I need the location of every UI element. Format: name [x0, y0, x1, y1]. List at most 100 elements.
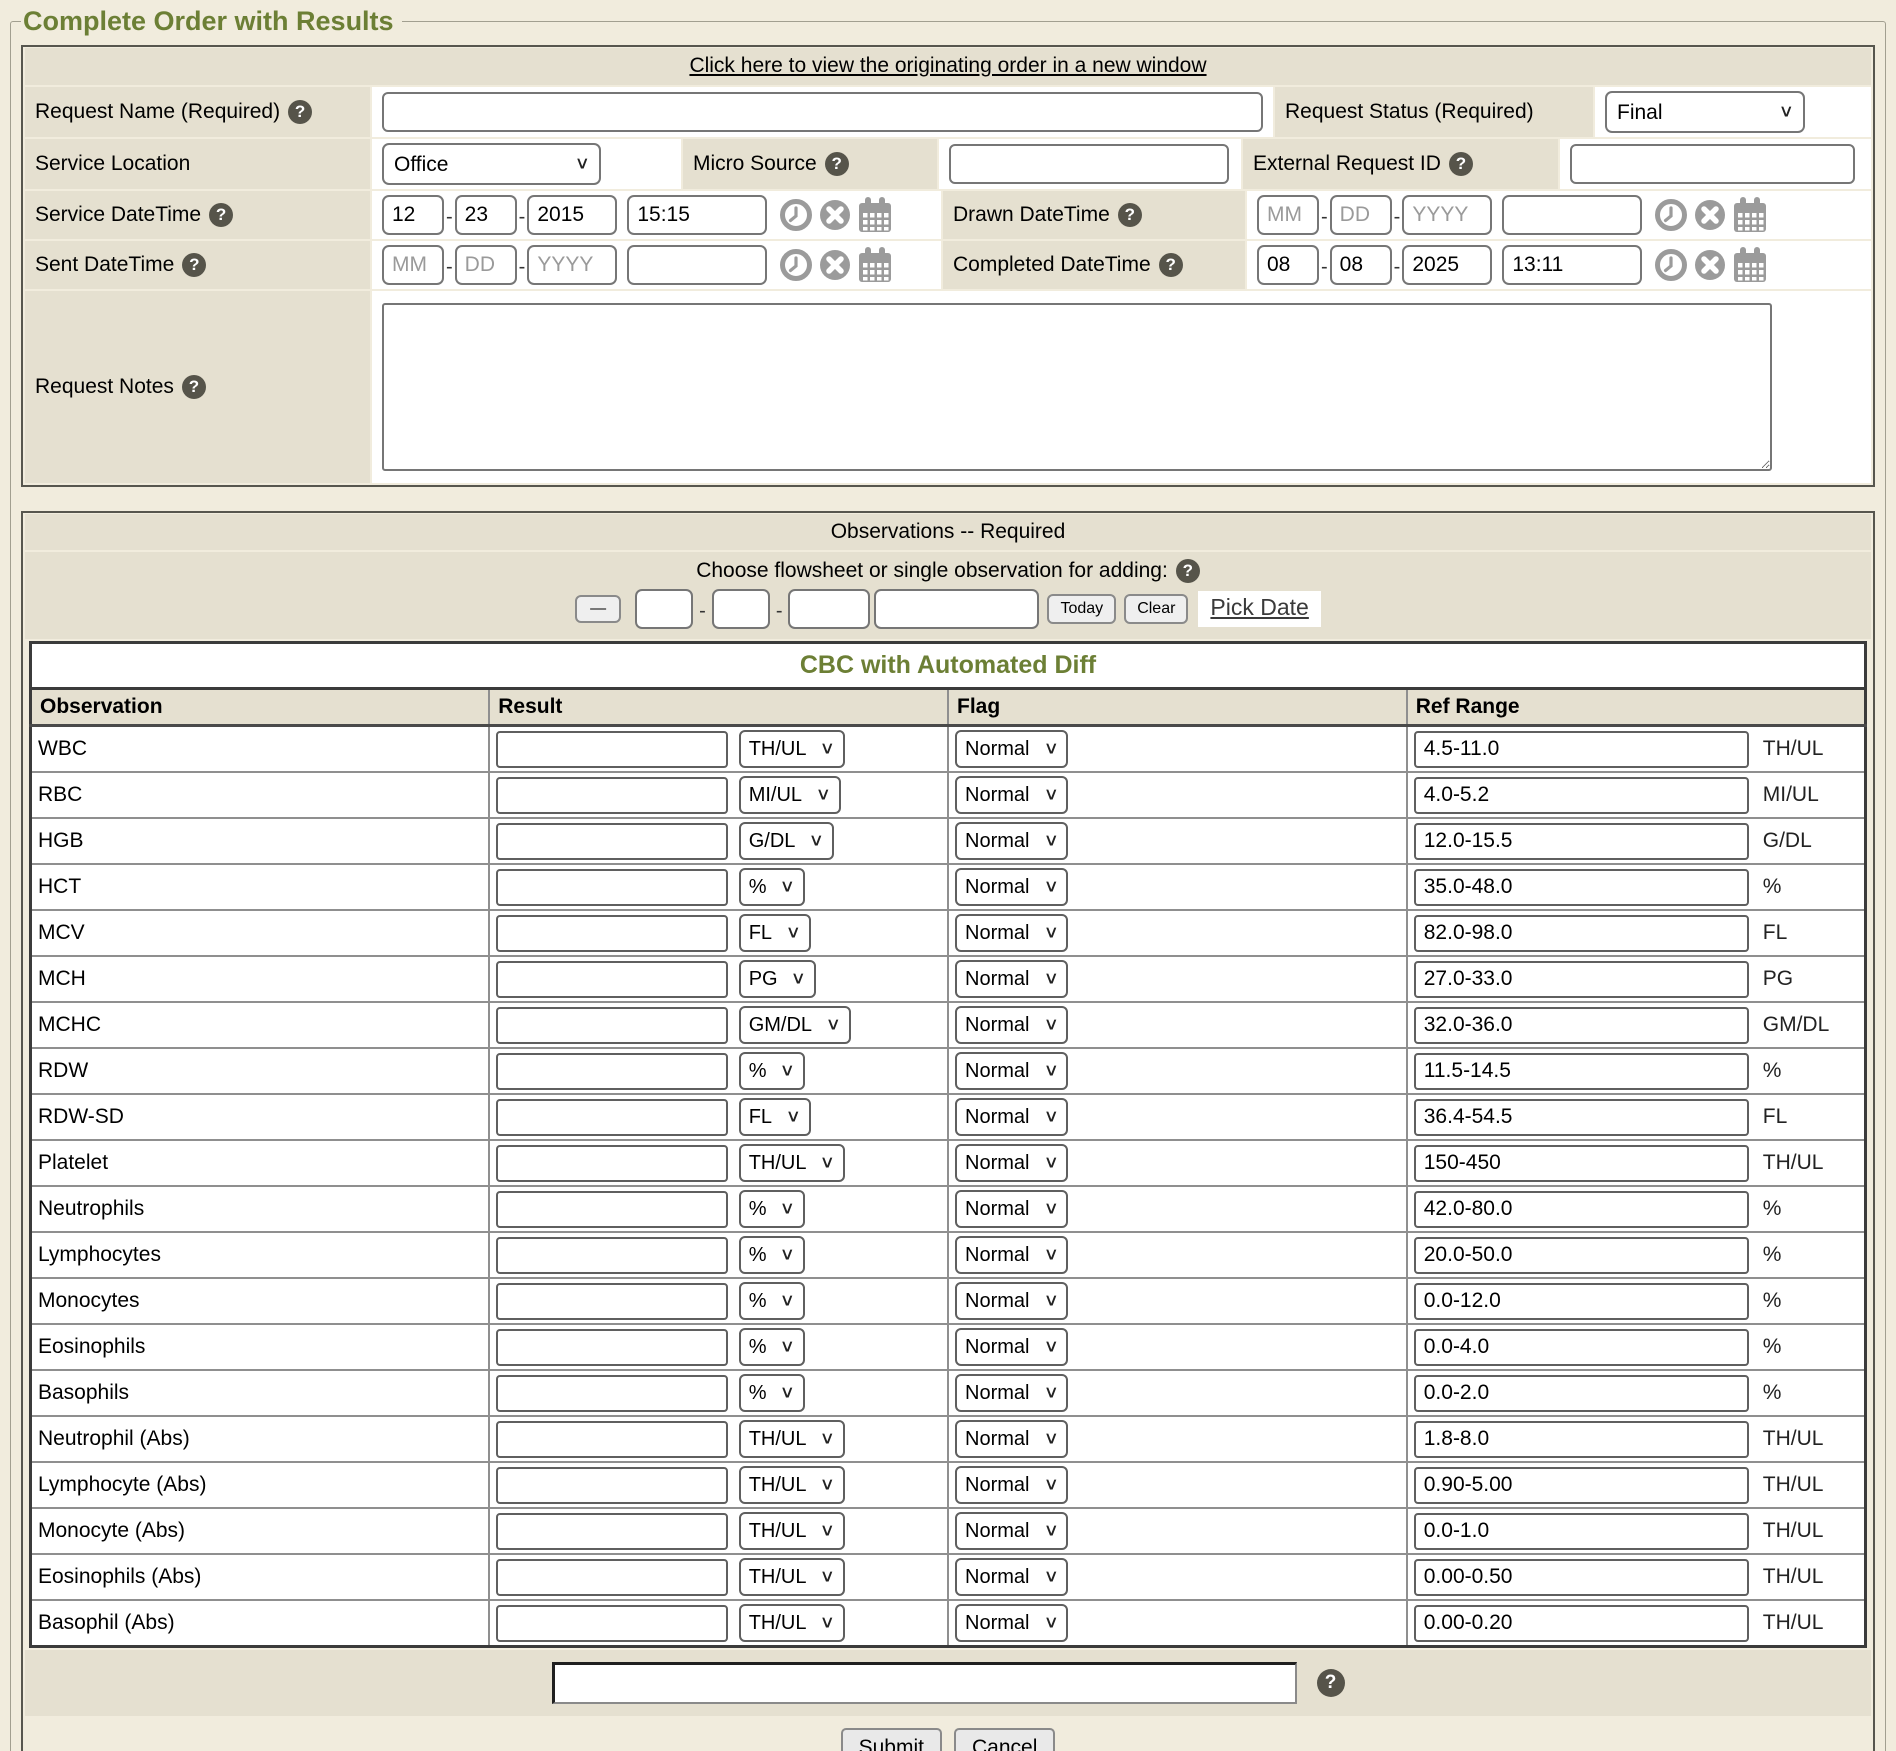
flag-select[interactable]: Normal — [955, 1374, 1068, 1412]
ref-range-input[interactable] — [1414, 1513, 1749, 1550]
clear-date-icon[interactable] — [1693, 248, 1727, 282]
ref-range-input[interactable] — [1414, 1007, 1749, 1044]
unit-select[interactable]: TH/UL — [739, 1466, 845, 1504]
result-input[interactable] — [496, 915, 728, 952]
completed-year-input[interactable] — [1402, 245, 1492, 285]
flag-select[interactable]: Normal — [955, 960, 1068, 998]
result-input[interactable] — [496, 1375, 728, 1412]
result-input[interactable] — [496, 1007, 728, 1044]
originating-order-link[interactable]: Click here to view the originating order… — [689, 54, 1206, 77]
flag-select[interactable]: Normal — [955, 822, 1068, 860]
clock-icon[interactable] — [1654, 248, 1688, 282]
clock-icon[interactable] — [1654, 198, 1688, 232]
submit-button[interactable]: Submit — [841, 1728, 942, 1751]
service-year-input[interactable] — [527, 195, 617, 235]
result-input[interactable] — [496, 961, 728, 998]
ref-range-input[interactable] — [1414, 1053, 1749, 1090]
result-input[interactable] — [496, 869, 728, 906]
calendar-icon[interactable] — [1732, 196, 1768, 234]
flag-select[interactable]: Normal — [955, 914, 1068, 952]
flag-select[interactable]: Normal — [955, 1512, 1068, 1550]
unit-select[interactable]: % — [739, 1190, 805, 1228]
result-input[interactable] — [496, 1237, 728, 1274]
drawn-year-input[interactable] — [1402, 195, 1492, 235]
flag-select[interactable]: Normal — [955, 1466, 1068, 1504]
ref-range-input[interactable] — [1414, 1421, 1749, 1458]
unit-select[interactable]: MI/UL — [739, 776, 841, 814]
ref-range-input[interactable] — [1414, 823, 1749, 860]
unit-select[interactable]: FL — [739, 914, 811, 952]
ref-range-input[interactable] — [1414, 961, 1749, 998]
service-time-input[interactable] — [627, 195, 767, 235]
collapse-button[interactable]: — — [575, 595, 621, 623]
chooser-day-input[interactable] — [712, 589, 770, 629]
calendar-icon[interactable] — [857, 246, 893, 284]
flag-select[interactable]: Normal — [955, 1328, 1068, 1366]
clock-icon[interactable] — [779, 198, 813, 232]
clear-date-icon[interactable] — [1693, 198, 1727, 232]
result-input[interactable] — [496, 1513, 728, 1550]
ref-range-input[interactable] — [1414, 1237, 1749, 1274]
result-input[interactable] — [496, 823, 728, 860]
ref-range-input[interactable] — [1414, 1467, 1749, 1504]
ref-range-input[interactable] — [1414, 1329, 1749, 1366]
unit-select[interactable]: TH/UL — [739, 1604, 845, 1642]
sent-day-input[interactable] — [455, 245, 517, 285]
clear-date-icon[interactable] — [818, 248, 852, 282]
ref-range-input[interactable] — [1414, 1145, 1749, 1182]
help-icon[interactable]: ? — [825, 152, 849, 176]
help-icon[interactable]: ? — [1118, 203, 1142, 227]
result-input[interactable] — [496, 1283, 728, 1320]
request-notes-textarea[interactable] — [382, 303, 1772, 471]
result-input[interactable] — [496, 1559, 728, 1596]
clear-button[interactable]: Clear — [1124, 594, 1188, 624]
help-icon[interactable]: ? — [1449, 152, 1473, 176]
chooser-month-input[interactable] — [635, 589, 693, 629]
unit-select[interactable]: FL — [739, 1098, 811, 1136]
result-input[interactable] — [496, 1053, 728, 1090]
flag-select[interactable]: Normal — [955, 776, 1068, 814]
external-request-id-input[interactable] — [1570, 144, 1855, 184]
unit-select[interactable]: GM/DL — [739, 1006, 851, 1044]
result-input[interactable] — [496, 731, 728, 768]
flag-select[interactable]: Normal — [955, 1236, 1068, 1274]
today-button[interactable]: Today — [1047, 594, 1116, 624]
help-icon[interactable]: ? — [1317, 1669, 1345, 1697]
result-input[interactable] — [496, 1421, 728, 1458]
chooser-time-input[interactable] — [874, 589, 1039, 629]
flag-select[interactable]: Normal — [955, 1006, 1068, 1044]
drawn-time-input[interactable] — [1502, 195, 1642, 235]
ref-range-input[interactable] — [1414, 1191, 1749, 1228]
sent-time-input[interactable] — [627, 245, 767, 285]
unit-select[interactable]: TH/UL — [739, 1512, 845, 1550]
service-month-input[interactable] — [382, 195, 444, 235]
sent-year-input[interactable] — [527, 245, 617, 285]
clock-icon[interactable] — [779, 248, 813, 282]
result-input[interactable] — [496, 1467, 728, 1504]
service-day-input[interactable] — [455, 195, 517, 235]
chooser-year-input[interactable] — [788, 589, 870, 629]
request-status-select[interactable]: Final — [1605, 91, 1805, 133]
drawn-month-input[interactable] — [1257, 195, 1319, 235]
result-input[interactable] — [496, 1191, 728, 1228]
sent-month-input[interactable] — [382, 245, 444, 285]
micro-source-input[interactable] — [949, 144, 1229, 184]
help-icon[interactable]: ? — [182, 375, 206, 399]
unit-select[interactable]: % — [739, 1374, 805, 1412]
cancel-button[interactable]: Cancel — [954, 1728, 1055, 1751]
result-input[interactable] — [496, 1329, 728, 1366]
flag-select[interactable]: Normal — [955, 1190, 1068, 1228]
unit-select[interactable]: PG — [739, 960, 816, 998]
help-icon[interactable]: ? — [1159, 253, 1183, 277]
unit-select[interactable]: % — [739, 868, 805, 906]
unit-select[interactable]: G/DL — [739, 822, 834, 860]
pick-date-link[interactable]: Pick Date — [1198, 591, 1320, 627]
completed-month-input[interactable] — [1257, 245, 1319, 285]
ref-range-input[interactable] — [1414, 1559, 1749, 1596]
unit-select[interactable]: TH/UL — [739, 1144, 845, 1182]
unit-select[interactable]: % — [739, 1328, 805, 1366]
flag-select[interactable]: Normal — [955, 868, 1068, 906]
completed-time-input[interactable] — [1502, 245, 1642, 285]
calendar-icon[interactable] — [857, 196, 893, 234]
ref-range-input[interactable] — [1414, 869, 1749, 906]
